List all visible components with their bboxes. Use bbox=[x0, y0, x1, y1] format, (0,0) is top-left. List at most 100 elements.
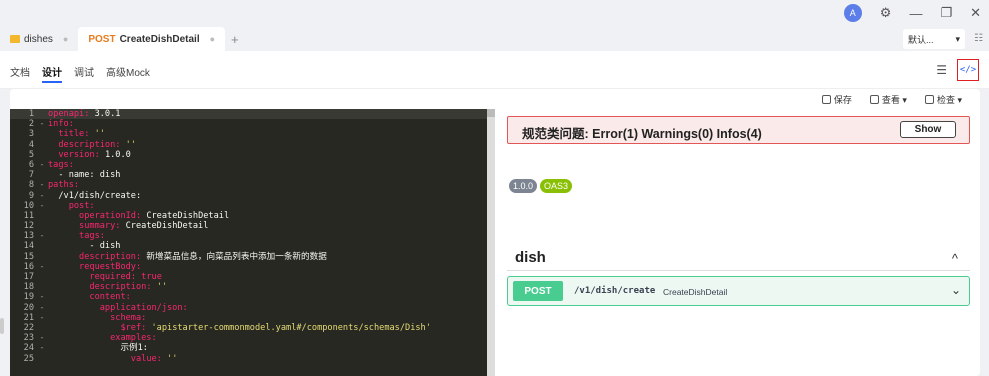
fold-marker[interactable]: - bbox=[36, 160, 48, 170]
code-line: 22 $ref: 'apistarter-commonmodel.yaml#/c… bbox=[10, 323, 487, 333]
fold-marker[interactable] bbox=[36, 109, 48, 119]
fold-marker[interactable]: - bbox=[36, 201, 48, 211]
yaml-key: title bbox=[58, 129, 85, 140]
minimize-button[interactable]: — bbox=[909, 6, 922, 21]
yaml-key: operationId bbox=[79, 210, 136, 221]
fold-marker[interactable]: - bbox=[36, 313, 48, 323]
menu-icon[interactable]: ☰ bbox=[936, 63, 947, 77]
operation-row[interactable]: POST /v1/dish/create CreateDishDetail ⌄ bbox=[507, 276, 970, 306]
yaml-value: '' bbox=[151, 282, 168, 293]
save-button[interactable]: 保存 bbox=[821, 93, 852, 106]
yaml-key: paths bbox=[48, 180, 74, 191]
yaml-value: 1.0.0 bbox=[99, 149, 131, 160]
environment-settings-icon[interactable]: ☷ bbox=[974, 33, 983, 44]
line-number: 9 bbox=[28, 190, 34, 201]
tag-section-header[interactable]: dish ^ bbox=[507, 247, 970, 271]
check-button[interactable]: 检查 ▾ bbox=[924, 93, 962, 106]
tab-debug[interactable]: 调试 bbox=[74, 64, 94, 83]
line-number: 8 bbox=[28, 180, 34, 191]
close-icon[interactable]: ● bbox=[63, 34, 68, 44]
tab-design[interactable]: 设计 bbox=[42, 64, 62, 83]
fold-marker[interactable] bbox=[36, 129, 48, 139]
tab-create-dish-detail[interactable]: POST CreateDishDetail ● bbox=[78, 27, 226, 51]
new-tab-button[interactable]: + bbox=[225, 32, 245, 47]
fold-marker[interactable] bbox=[36, 323, 48, 333]
line-number: 1 bbox=[28, 109, 34, 119]
yaml-colon: : bbox=[182, 302, 188, 313]
yaml-key: description bbox=[89, 282, 147, 293]
fold-marker[interactable] bbox=[36, 272, 48, 282]
avatar[interactable]: A bbox=[843, 4, 862, 22]
code-line: 10- post: bbox=[10, 201, 487, 211]
fold-marker[interactable]: - bbox=[36, 180, 48, 190]
check-icon bbox=[924, 95, 934, 104]
fold-marker[interactable] bbox=[36, 211, 48, 221]
fold-marker[interactable] bbox=[36, 140, 48, 150]
fold-marker[interactable] bbox=[36, 354, 48, 364]
splitter-handle[interactable] bbox=[487, 109, 495, 117]
fold-marker[interactable]: - bbox=[36, 333, 48, 343]
fold-marker[interactable]: - bbox=[36, 191, 48, 201]
fold-marker[interactable]: - bbox=[36, 292, 48, 302]
line-number: 15 bbox=[23, 251, 34, 262]
yaml-colon: : bbox=[141, 312, 147, 323]
fold-marker[interactable] bbox=[36, 170, 48, 180]
fold-marker[interactable] bbox=[36, 221, 48, 231]
restore-button[interactable]: ❐ bbox=[940, 5, 952, 21]
line-number: 4 bbox=[28, 139, 34, 150]
code-line: 23- examples: bbox=[10, 333, 487, 343]
line-number: 20 bbox=[23, 302, 34, 313]
view-button[interactable]: 查看 ▾ bbox=[869, 93, 907, 106]
fold-marker[interactable] bbox=[36, 150, 48, 160]
side-drag-handle[interactable] bbox=[0, 318, 4, 334]
tab-advanced-mock[interactable]: 高级Mock bbox=[106, 64, 150, 83]
close-icon[interactable]: ● bbox=[210, 34, 215, 44]
code-line: 15 description: 新增菜品信息，向菜品列表中添加一条新的数据 bbox=[10, 252, 487, 262]
line-number: 16 bbox=[23, 261, 34, 272]
fold-marker[interactable] bbox=[36, 252, 48, 262]
yaml-value: CreateDishDetail bbox=[120, 221, 209, 232]
line-number: 25 bbox=[23, 353, 34, 364]
code-line: 16- requestBody: bbox=[10, 262, 487, 272]
environment-select[interactable]: 默认... ▾ bbox=[903, 29, 965, 49]
code-view-button[interactable]: </> bbox=[957, 59, 979, 81]
yaml-colon: : bbox=[135, 261, 142, 272]
editor-splitter[interactable] bbox=[487, 109, 495, 376]
fold-marker[interactable]: - bbox=[36, 119, 48, 129]
tab-dishes[interactable]: dishes ● bbox=[0, 27, 78, 51]
fold-marker[interactable]: - bbox=[36, 231, 48, 241]
fold-marker[interactable] bbox=[36, 282, 48, 292]
yaml-key: description bbox=[79, 251, 136, 262]
code-line: 14 - dish bbox=[10, 241, 487, 251]
code-line: 20- application/json: bbox=[10, 303, 487, 313]
fold-marker[interactable]: - bbox=[36, 262, 48, 272]
design-panel: 保存 查看 ▾ 检查 ▾ 1 openapi: 3.0.1 2- info:3 tit… bbox=[10, 89, 980, 376]
fold-marker[interactable]: - bbox=[36, 303, 48, 313]
settings-icon[interactable]: ⚙ bbox=[880, 5, 892, 21]
yaml-key: content bbox=[89, 292, 126, 303]
chevron-up-icon[interactable]: ^ bbox=[952, 251, 958, 266]
mode-bar-actions: ☰ </> bbox=[936, 59, 979, 81]
yaml-value: '' bbox=[161, 353, 178, 364]
close-button[interactable]: ✕ bbox=[970, 5, 981, 21]
tab-docs[interactable]: 文档 bbox=[10, 64, 30, 83]
chevron-down-icon[interactable]: ⌄ bbox=[951, 283, 961, 297]
code-line: 6- tags: bbox=[10, 160, 487, 170]
folder-icon bbox=[10, 35, 20, 43]
show-problems-button[interactable]: Show bbox=[900, 121, 956, 138]
code-line: 17 required: true bbox=[10, 272, 487, 282]
code-line: 4 description: '' bbox=[10, 140, 487, 150]
fold-marker[interactable] bbox=[36, 241, 48, 251]
yaml-editor[interactable]: 1 openapi: 3.0.1 2- info:3 title: '' 4 descr… bbox=[10, 109, 487, 376]
fold-marker[interactable]: - bbox=[36, 343, 48, 353]
